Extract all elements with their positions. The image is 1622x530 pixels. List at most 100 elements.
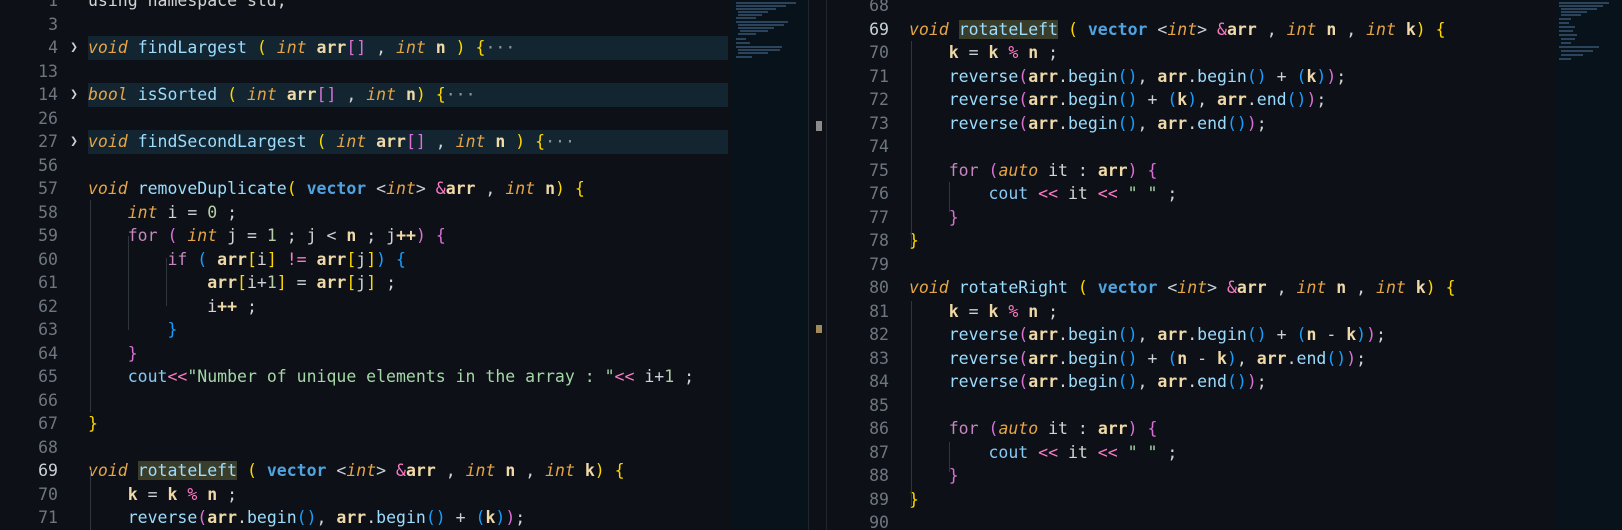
code-line[interactable]: cout << it << " " ; [909,182,1549,206]
chevron-right-icon[interactable]: ❯ [70,83,78,107]
code-line[interactable] [88,154,728,178]
pane-divider-scrollbar[interactable] [808,0,827,530]
code-line[interactable]: k = k % n ; [909,41,1549,65]
code-line[interactable] [88,389,728,413]
line-number: 26 [38,108,58,128]
line-number: 80 [869,278,889,297]
editor-pane-right[interactable]: 68 69 70 71 72 73 74 75 76 77 78 79 80 81 82 83 84 85 86 87… [827,0,1555,530]
minimap-line [736,5,786,7]
code-line[interactable] [909,394,1549,418]
minimap-line [1559,46,1599,48]
minimap-line [1559,2,1609,4]
minimap-line [1559,5,1603,7]
indent-guide [911,41,912,247]
code-line[interactable]: void findSecondLargest ( int arr[] , int… [88,130,728,154]
code-area[interactable]: void rotateLeft ( vector <int> &arr , in… [909,0,1555,530]
minimap-line [1561,38,1575,40]
editor-pane-left[interactable]: 1 3 4 ❯ 13 14 ❯ 26 27 ❯ 56 57 58 59 60 61 62 63 64 65 66 67 68… [0,0,732,530]
code-line[interactable]: reverse(arr.begin(), arr.begin() + (k)); [909,65,1549,89]
code-line[interactable]: void rotateLeft ( vector <int> &arr , in… [88,459,728,483]
code-line[interactable]: } [88,342,728,366]
line-number: 14 [38,85,58,104]
minimap-line [1559,26,1575,28]
minimap-line [1559,30,1573,32]
minimap-line [736,17,756,19]
code-line[interactable]: if ( arr[i] != arr[j]) { [88,248,728,272]
line-number: 56 [38,155,58,175]
code-line[interactable]: } [909,464,1549,488]
code-line[interactable]: int i = 0 ; [88,201,728,225]
code-line[interactable]: reverse(arr.begin(), arr.end()); [909,112,1549,136]
line-number: 73 [869,113,889,133]
code-line[interactable]: reverse(arr.begin(), arr.begin() + (n - … [909,323,1549,347]
code-line[interactable] [88,13,728,37]
line-number: 68 [869,0,889,15]
line-number: 70 [869,43,889,62]
code-line[interactable] [909,135,1549,159]
line-number: 82 [869,325,889,344]
code-line[interactable]: cout<<"Number of unique elements in the … [88,365,728,389]
minimap-line [740,30,768,32]
minimap-left[interactable] [732,0,808,530]
code-line[interactable]: void findLargest ( int arr[] , int n ) {… [88,36,728,60]
code-line[interactable]: } [88,412,728,436]
line-number: 4 [48,38,58,57]
code-line[interactable] [88,107,728,131]
line-number: 68 [38,437,58,457]
code-line[interactable]: i++ ; [88,295,728,319]
code-line[interactable]: reverse(arr.begin(), arr.end()); [909,370,1549,394]
code-line[interactable] [88,60,728,84]
code-line[interactable]: bool isSorted ( int arr[] , int n) {··· [88,83,728,107]
minimap-line [738,24,784,26]
line-number: 57 [38,179,58,198]
code-line[interactable]: } [88,318,728,342]
code-line[interactable]: } [909,206,1549,230]
line-number: 67 [38,414,58,433]
minimap-line [1559,34,1577,36]
code-line[interactable]: for (auto it : arr) { [909,417,1549,441]
code-line[interactable] [909,253,1549,277]
line-number: 88 [869,466,889,485]
line-number: 76 [869,184,889,203]
line-number: 70 [38,484,58,504]
code-line[interactable]: k = k % n ; [909,300,1549,324]
chevron-right-icon[interactable]: ❯ [70,36,78,60]
code-line[interactable]: arr[i+1] = arr[j] ; [88,271,728,295]
line-number: 78 [869,231,889,250]
code-line[interactable]: void rotateLeft ( vector <int> &arr , in… [909,18,1549,42]
minimap-line [1559,18,1571,20]
code-line[interactable]: } [909,488,1549,512]
line-number-gutter: 68 69 70 71 72 73 74 75 76 77 78 79 80 81 82 83 84 85 86 87… [827,0,911,530]
line-number: 71 [869,66,889,86]
code-line[interactable]: } [909,229,1549,253]
minimap-line [1559,22,1569,24]
indent-guide [166,258,167,306]
code-area[interactable]: using namespace std; void findLargest ( i… [88,0,732,530]
code-line[interactable]: void removeDuplicate( vector <int> &arr … [88,177,728,201]
minimap-line [1561,14,1581,16]
line-number: 3 [48,14,58,34]
line-number: 65 [38,367,58,386]
code-line[interactable]: void rotateRight ( vector <int> &arr , i… [909,276,1549,300]
line-number: 86 [869,419,889,438]
chevron-right-icon[interactable]: ❯ [70,130,78,154]
line-number: 63 [38,320,58,339]
code-line[interactable]: cout << it << " " ; [909,441,1549,465]
minimap-right[interactable] [1555,0,1622,530]
code-line[interactable]: k = k % n ; [88,483,728,507]
line-number: 27 [38,132,58,151]
code-line[interactable]: for ( int j = 1 ; j < n ; j++) { [88,224,728,248]
code-line[interactable] [88,436,728,460]
minimap-line [1561,11,1587,13]
code-line[interactable]: reverse(arr.begin() + (k), arr.end()); [909,88,1549,112]
minimap-line [1559,58,1571,60]
code-line[interactable] [909,0,1549,18]
code-line[interactable]: reverse(arr.begin(), arr.begin() + (k)); [88,506,728,530]
minimap-line [736,2,796,4]
code-line[interactable]: for (auto it : arr) { [909,159,1549,183]
line-number: 66 [38,390,58,410]
code-line[interactable]: using namespace std; [88,0,728,13]
code-line[interactable] [909,511,1549,530]
code-line[interactable]: reverse(arr.begin() + (n - k), arr.end()… [909,347,1549,371]
scrollbar-thumb[interactable] [816,121,822,131]
